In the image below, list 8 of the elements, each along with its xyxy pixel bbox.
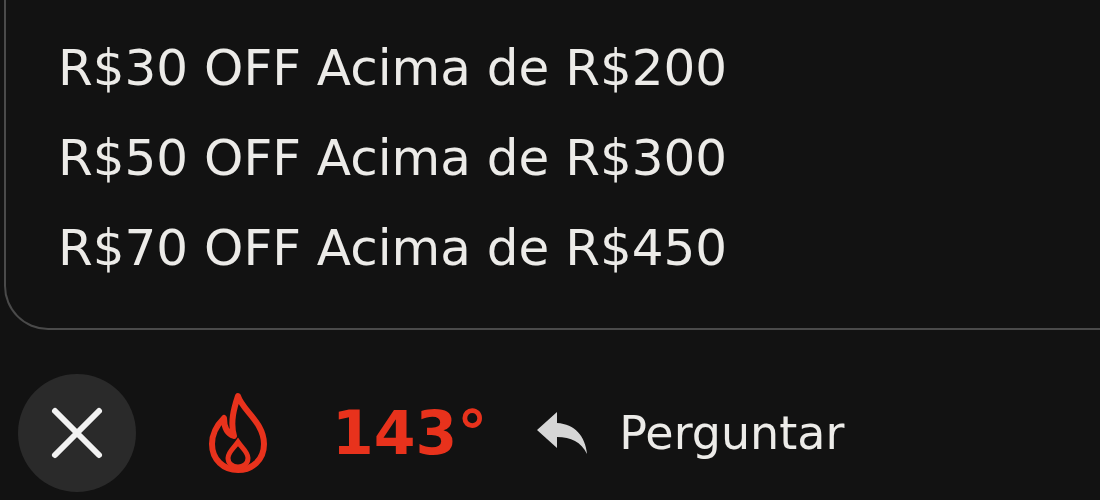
ask-button[interactable]: Perguntar [535, 406, 845, 460]
offer-text: R$50 OFF Acima de R$300 [58, 128, 728, 189]
flame-icon [206, 392, 270, 474]
temperature-text: 143° [332, 398, 488, 468]
offer-text: R$70 OFF Acima de R$450 [58, 218, 728, 279]
reply-icon [535, 410, 590, 456]
close-icon [49, 405, 105, 461]
offer-text: R$30 OFF Acima de R$200 [58, 38, 728, 99]
